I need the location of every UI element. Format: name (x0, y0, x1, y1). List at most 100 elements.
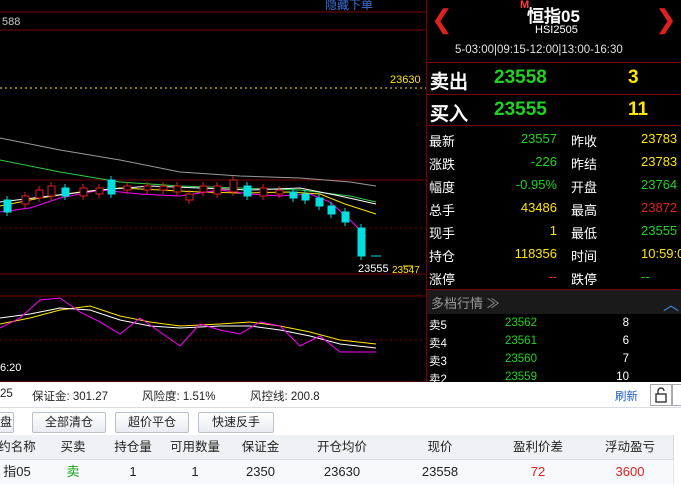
table-cell: 3600 (587, 460, 674, 484)
ask-price[interactable]: 23558 (494, 67, 547, 89)
top-price-label: 588 (2, 16, 21, 28)
next-contract-icon[interactable]: ❯ (655, 4, 677, 35)
stat-label: 最新 (429, 134, 456, 149)
depth-label: 卖2 (429, 374, 447, 382)
stat-value: 10:59:03 (641, 246, 681, 261)
candle-body (315, 197, 324, 207)
candle-body (213, 185, 222, 195)
other-price-label: 23547 (392, 265, 420, 276)
candle-body (159, 185, 168, 191)
stat-value: 23555 (641, 223, 678, 238)
indicator-line-white (0, 307, 377, 349)
candle-body (95, 187, 104, 195)
bid-price[interactable]: 23555 (494, 99, 547, 121)
stat-label: 昨收 (571, 134, 598, 149)
depth-price: 23560 (505, 353, 537, 365)
candlestick-chart-canvas (0, 11, 426, 382)
candle-body (35, 189, 44, 199)
stat-value: 23764 (641, 177, 678, 192)
stat-label: 现手 (429, 226, 456, 241)
depth-price: 23559 (505, 371, 537, 382)
column-header[interactable]: 持仓量 (104, 435, 163, 460)
quote-panel: ❮ ❯ M 恒指05 HSI2505 5-03:00|09:15-12:00|1… (426, 0, 681, 382)
table-cell: 指05 (0, 460, 43, 484)
depth-label: 卖5 (429, 320, 447, 332)
column-header[interactable]: 买卖 (42, 435, 105, 460)
candle-body (357, 227, 366, 257)
candle-body (185, 193, 194, 201)
table-cell: 23558 (391, 460, 490, 484)
candle-body (143, 185, 152, 191)
candle-body (301, 193, 310, 201)
depth-vol: 10 (616, 371, 629, 382)
stat-label: 跌停 (571, 272, 598, 287)
print-icon[interactable] (672, 384, 681, 406)
hide-order-link[interactable]: 隐藏下单 (325, 0, 373, 13)
column-header[interactable]: 开仓均价 (293, 435, 392, 460)
column-header[interactable]: 盈利价差 (489, 435, 588, 460)
stat-value: -- (548, 269, 557, 284)
margin-info: 保证金: 301.27 (32, 391, 109, 403)
stat-value: 1 (549, 223, 557, 238)
stop-line-info: 风控线: 200.8 (250, 391, 320, 403)
depth-price: 23562 (505, 317, 537, 329)
stat-value: 23557 (520, 131, 557, 146)
candle-body (229, 179, 238, 193)
depth-vol: 7 (622, 353, 629, 365)
close-all-button[interactable]: 全部清仓 (32, 412, 106, 433)
depth-label: 卖3 (429, 356, 447, 368)
prev-contract-icon[interactable]: ❮ (431, 4, 453, 35)
depth-price: 23561 (505, 335, 537, 347)
column-header[interactable]: 浮动盈亏 (587, 435, 674, 460)
trading-sessions: 5-03:00|09:15-12:00|13:00-16:30 (455, 44, 623, 56)
lock-icon[interactable] (650, 384, 672, 406)
ask-label: 卖出 (430, 72, 469, 93)
bid-volume: 11 (628, 99, 649, 120)
column-header[interactable]: 现价 (391, 435, 490, 460)
stat-label: 最高 (571, 203, 598, 218)
account-partial: 25 (0, 388, 13, 400)
open-price-line-label: 23630 (390, 74, 421, 86)
trade-panel: 25 保证金: 301.27 风险度: 1.51% 风控线: 200.8 刷新 … (0, 382, 681, 487)
stat-value: -- (641, 269, 650, 284)
stat-label: 总手 (429, 203, 456, 218)
candle-body (3, 199, 12, 213)
column-header[interactable]: 可用数量 (162, 435, 229, 460)
depth-vol: 8 (622, 317, 629, 329)
candle-body (21, 195, 30, 205)
stat-value: 23783 (641, 131, 678, 146)
table-cell: 2350 (228, 460, 294, 484)
fast-reverse-button[interactable]: 快速反手 (198, 412, 274, 433)
column-header[interactable]: 保证金 (228, 435, 294, 460)
collapse-icon[interactable]: ︿ (663, 291, 679, 315)
candle-body (259, 187, 268, 197)
contract-code: HSI2505 (535, 24, 578, 36)
tab-position[interactable]: 盘 (0, 412, 14, 433)
candle-body (243, 185, 252, 197)
refresh-link[interactable]: 刷新 (615, 388, 638, 404)
stat-label: 涨跌 (429, 157, 456, 172)
kline-chart[interactable]: 隐藏下单 588 23630 23555 23547 6:20 (0, 0, 426, 382)
table-cell: 卖 (42, 460, 105, 484)
table-cell: 23630 (293, 460, 392, 484)
last-price-label: 23555 (358, 263, 389, 275)
indicator-line-magenta (0, 297, 376, 353)
stat-label: 持仓 (429, 249, 456, 264)
stat-label: 开盘 (571, 180, 598, 195)
candle-body (199, 185, 208, 193)
super-close-button[interactable]: 超价平仓 (115, 412, 189, 433)
risk-info: 风险度: 1.51% (142, 391, 216, 403)
stat-label: 涨停 (429, 272, 456, 287)
ma-line-gray (0, 137, 377, 187)
candle-body (123, 185, 132, 191)
ask-volume: 3 (628, 67, 639, 88)
depth-vol: 6 (622, 335, 629, 347)
depth-header[interactable]: 多档行情 ≫ ︿ (427, 290, 681, 314)
candle-body (275, 189, 284, 195)
stat-label: 昨结 (571, 157, 598, 172)
candle-body (47, 185, 56, 197)
stat-value: -226 (530, 154, 557, 169)
time-axis-label: 6:20 (0, 362, 22, 374)
column-header[interactable]: 约名称 (0, 435, 43, 460)
stat-value: -0.95% (515, 177, 557, 192)
